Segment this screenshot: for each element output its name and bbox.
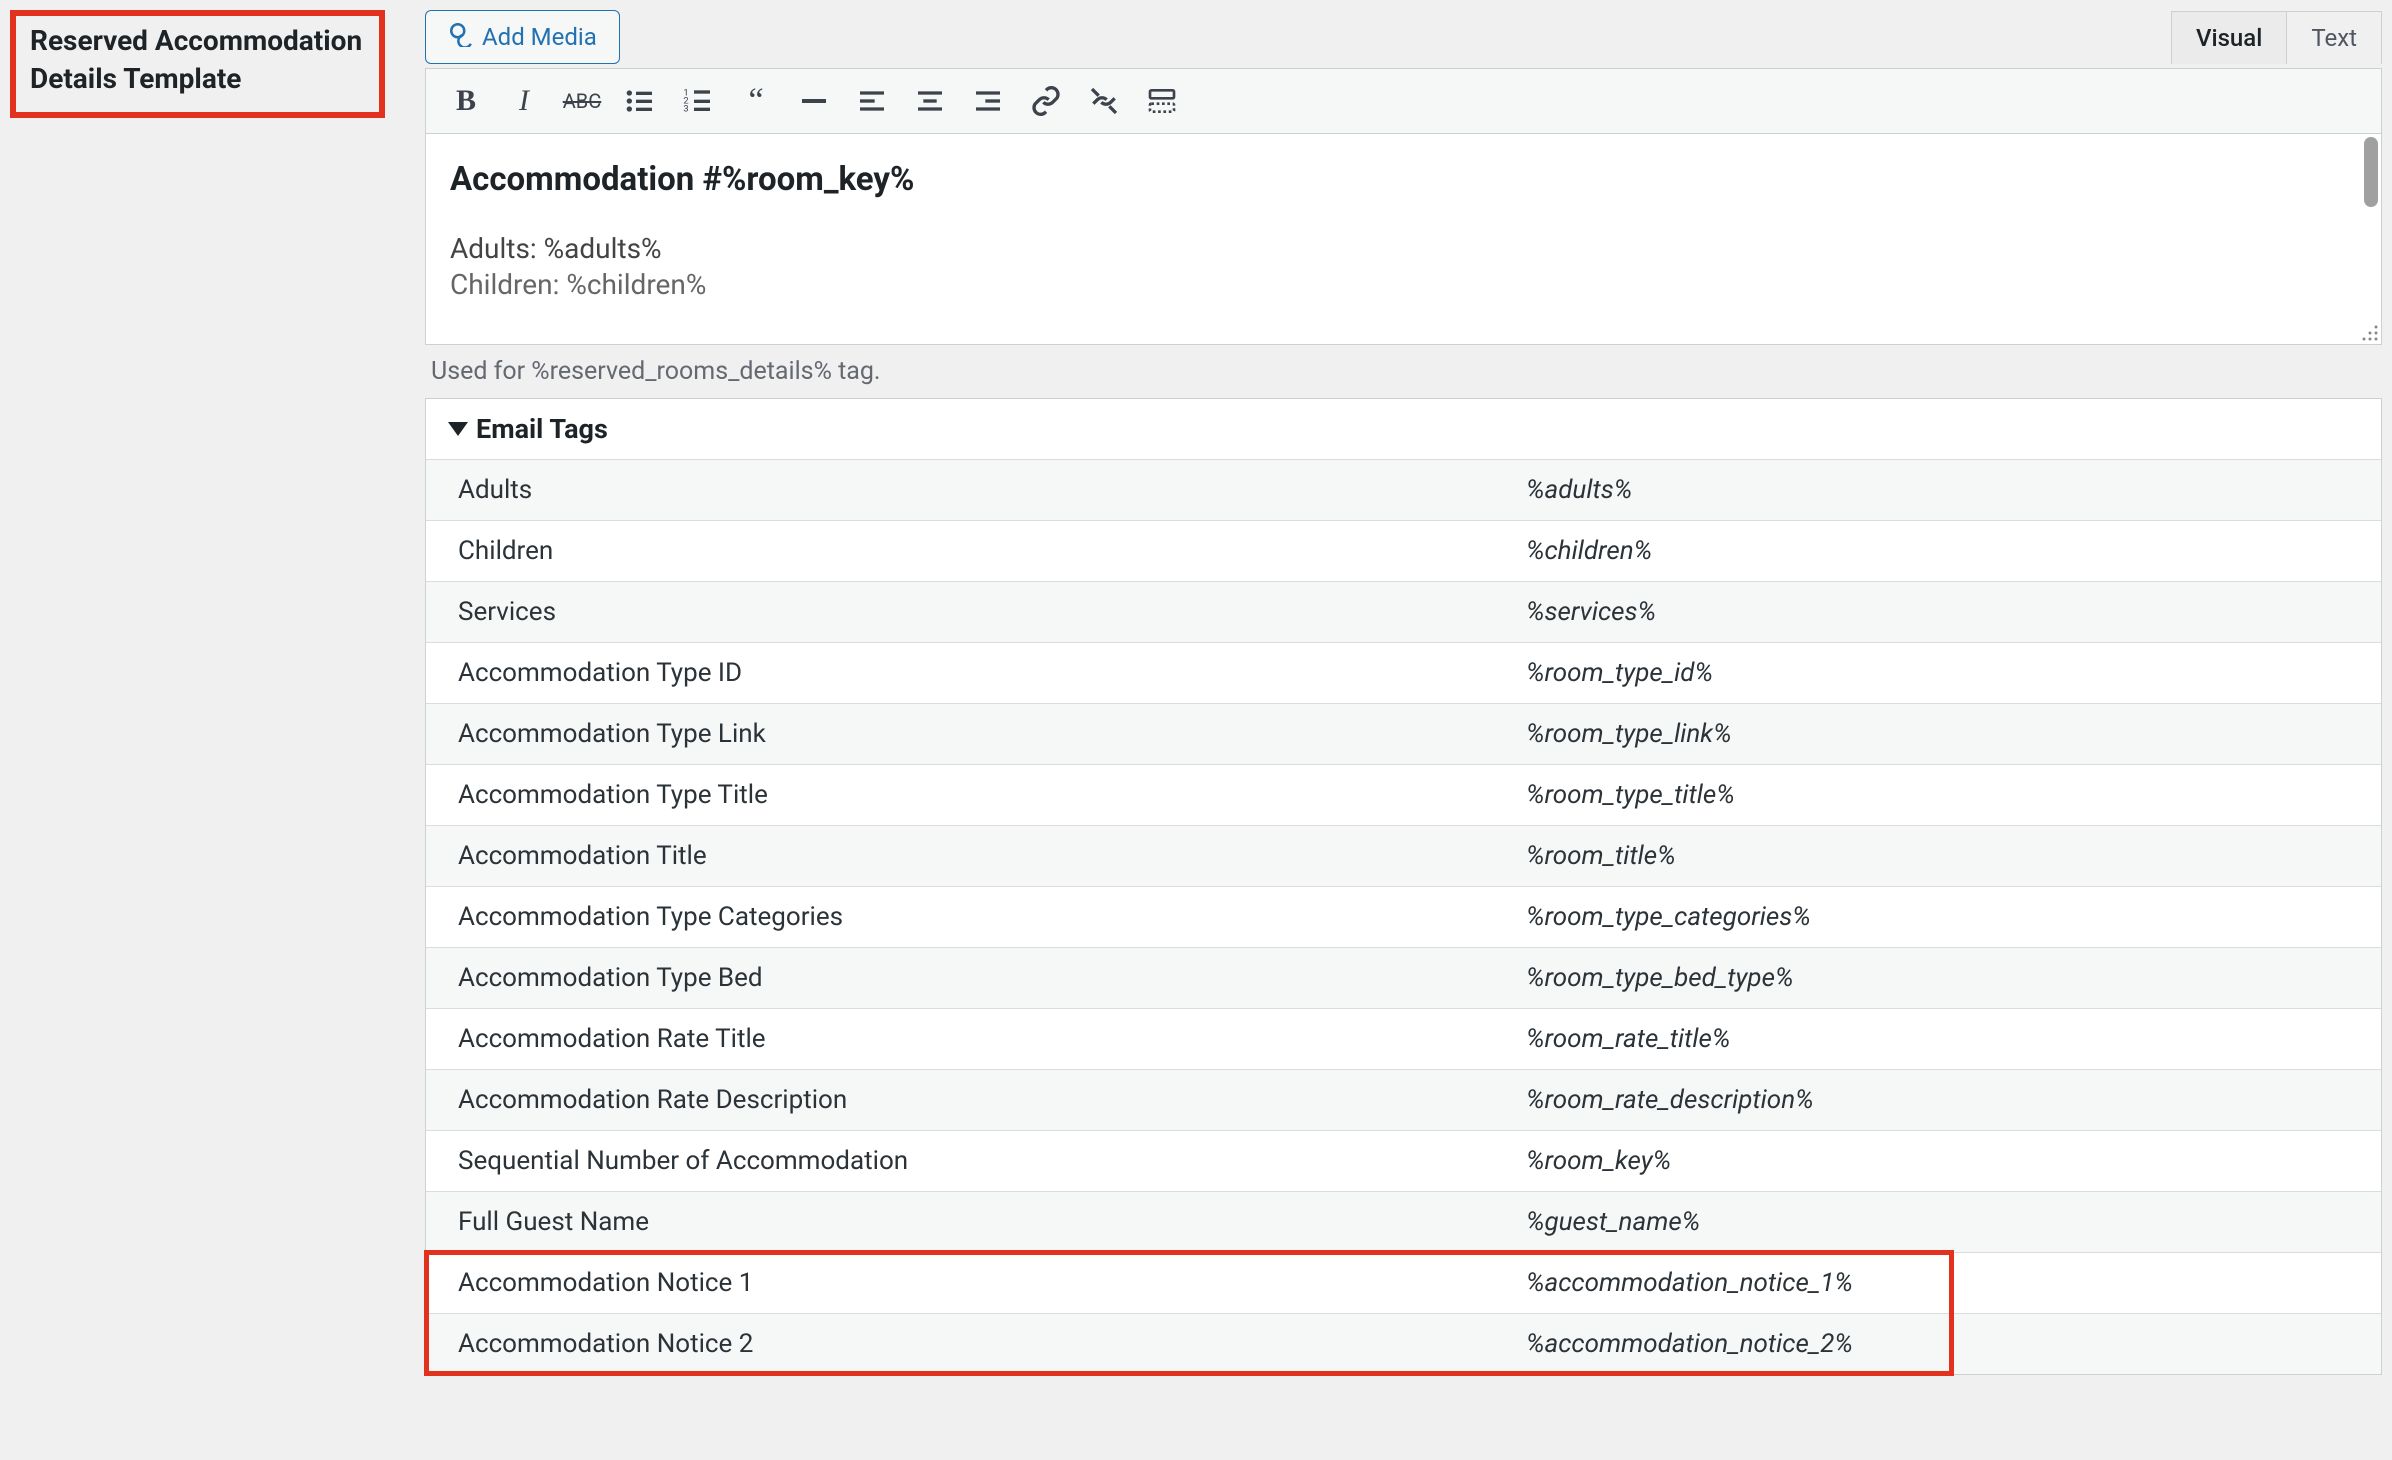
tag-row: Accommodation Notice 1%accommodation_not…	[426, 1252, 2381, 1313]
collapse-icon	[448, 422, 468, 436]
tag-label: Accommodation Type Bed	[426, 948, 1506, 1008]
tag-value: %adults%	[1506, 460, 2381, 520]
tag-row: Accommodation Type ID%room_type_id%	[426, 642, 2381, 703]
tag-row: Accommodation Notice 2%accommodation_not…	[426, 1313, 2381, 1374]
insert-link-button[interactable]	[1026, 81, 1066, 121]
tag-label: Accommodation Notice 2	[426, 1314, 1506, 1374]
tag-label: Children	[426, 521, 1506, 581]
tag-row: Full Guest Name%guest_name%	[426, 1191, 2381, 1252]
horizontal-rule-button[interactable]	[794, 81, 834, 121]
tab-visual[interactable]: Visual	[2172, 12, 2287, 64]
email-tags-toggle[interactable]: Email Tags	[426, 399, 2381, 459]
blockquote-button[interactable]: “	[736, 81, 776, 121]
align-left-button[interactable]	[852, 81, 892, 121]
tag-value: %room_rate_title%	[1506, 1009, 2381, 1069]
tag-label: Accommodation Notice 1	[426, 1253, 1506, 1313]
bold-button[interactable]: B	[446, 81, 486, 121]
resize-grip-icon[interactable]	[2361, 324, 2379, 342]
tag-row: Accommodation Type Categories%room_type_…	[426, 886, 2381, 947]
template-title: Reserved Accommodation Details Template	[30, 22, 365, 98]
field-description: Used for %reserved_rooms_details% tag.	[425, 345, 2382, 392]
svg-text:3: 3	[683, 104, 688, 115]
editor-content-area[interactable]: Accommodation #%room_key% Adults: %adult…	[426, 134, 2381, 334]
tag-label: Accommodation Type Categories	[426, 887, 1506, 947]
tag-value: %room_type_categories%	[1506, 887, 2381, 947]
tag-value: %room_type_title%	[1506, 765, 2381, 825]
tag-row: Children%children%	[426, 520, 2381, 581]
tag-value: %accommodation_notice_1%	[1506, 1253, 2381, 1313]
align-right-button[interactable]	[968, 81, 1008, 121]
editor-heading: Accommodation #%room_key%	[450, 154, 2357, 205]
tag-row: Accommodation Type Link%room_type_link%	[426, 703, 2381, 764]
email-tags-panel: Email Tags Adults%adults%Children%childr…	[425, 398, 2382, 1375]
editor-line-children: Children: %children%	[450, 263, 2357, 306]
media-icon	[448, 21, 474, 53]
rich-text-editor: B I ABC 123 “	[425, 68, 2382, 345]
tag-row: Accommodation Type Title%room_type_title…	[426, 764, 2381, 825]
tag-label: Accommodation Rate Description	[426, 1070, 1506, 1130]
tag-value: %room_type_id%	[1506, 643, 2381, 703]
tag-value: %room_key%	[1506, 1131, 2381, 1191]
scrollbar-thumb[interactable]	[2364, 137, 2378, 207]
unlink-button[interactable]	[1084, 81, 1124, 121]
tag-label: Accommodation Type Title	[426, 765, 1506, 825]
align-center-button[interactable]	[910, 81, 950, 121]
bullet-list-button[interactable]	[620, 81, 660, 121]
email-tags-table: Adults%adults%Children%children%Services…	[426, 459, 2381, 1374]
tag-label: Accommodation Title	[426, 826, 1506, 886]
tag-label: Sequential Number of Accommodation	[426, 1131, 1506, 1191]
add-media-label: Add Media	[482, 23, 597, 51]
tab-text[interactable]: Text	[2287, 12, 2381, 64]
tag-row: Accommodation Type Bed%room_type_bed_typ…	[426, 947, 2381, 1008]
tag-row: Accommodation Rate Description%room_rate…	[426, 1069, 2381, 1130]
tag-row: Sequential Number of Accommodation%room_…	[426, 1130, 2381, 1191]
italic-button[interactable]: I	[504, 81, 544, 121]
editor-mode-tabs: Visual Text	[2171, 11, 2382, 64]
tag-value: %room_title%	[1506, 826, 2381, 886]
strikethrough-button[interactable]: ABC	[562, 81, 602, 121]
tag-label: Accommodation Type Link	[426, 704, 1506, 764]
tag-value: %room_type_link%	[1506, 704, 2381, 764]
tag-value: %room_rate_description%	[1506, 1070, 2381, 1130]
tag-label: Accommodation Type ID	[426, 643, 1506, 703]
tag-value: %accommodation_notice_2%	[1506, 1314, 2381, 1374]
tag-value: %services%	[1506, 582, 2381, 642]
tag-row: Accommodation Title%room_title%	[426, 825, 2381, 886]
toolbar-toggle-button[interactable]	[1142, 81, 1182, 121]
tag-value: %children%	[1506, 521, 2381, 581]
tag-label: Accommodation Rate Title	[426, 1009, 1506, 1069]
template-title-box: Reserved Accommodation Details Template	[10, 10, 385, 118]
tag-row: Accommodation Rate Title%room_rate_title…	[426, 1008, 2381, 1069]
editor-toolbar: B I ABC 123 “	[426, 69, 2381, 134]
tag-value: %room_type_bed_type%	[1506, 948, 2381, 1008]
tag-label: Services	[426, 582, 1506, 642]
tag-label: Adults	[426, 460, 1506, 520]
numbered-list-button[interactable]: 123	[678, 81, 718, 121]
tag-row: Services%services%	[426, 581, 2381, 642]
add-media-button[interactable]: Add Media	[425, 10, 620, 64]
tag-row: Adults%adults%	[426, 459, 2381, 520]
tag-value: %guest_name%	[1506, 1192, 2381, 1252]
email-tags-title: Email Tags	[476, 413, 608, 445]
tag-label: Full Guest Name	[426, 1192, 1506, 1252]
